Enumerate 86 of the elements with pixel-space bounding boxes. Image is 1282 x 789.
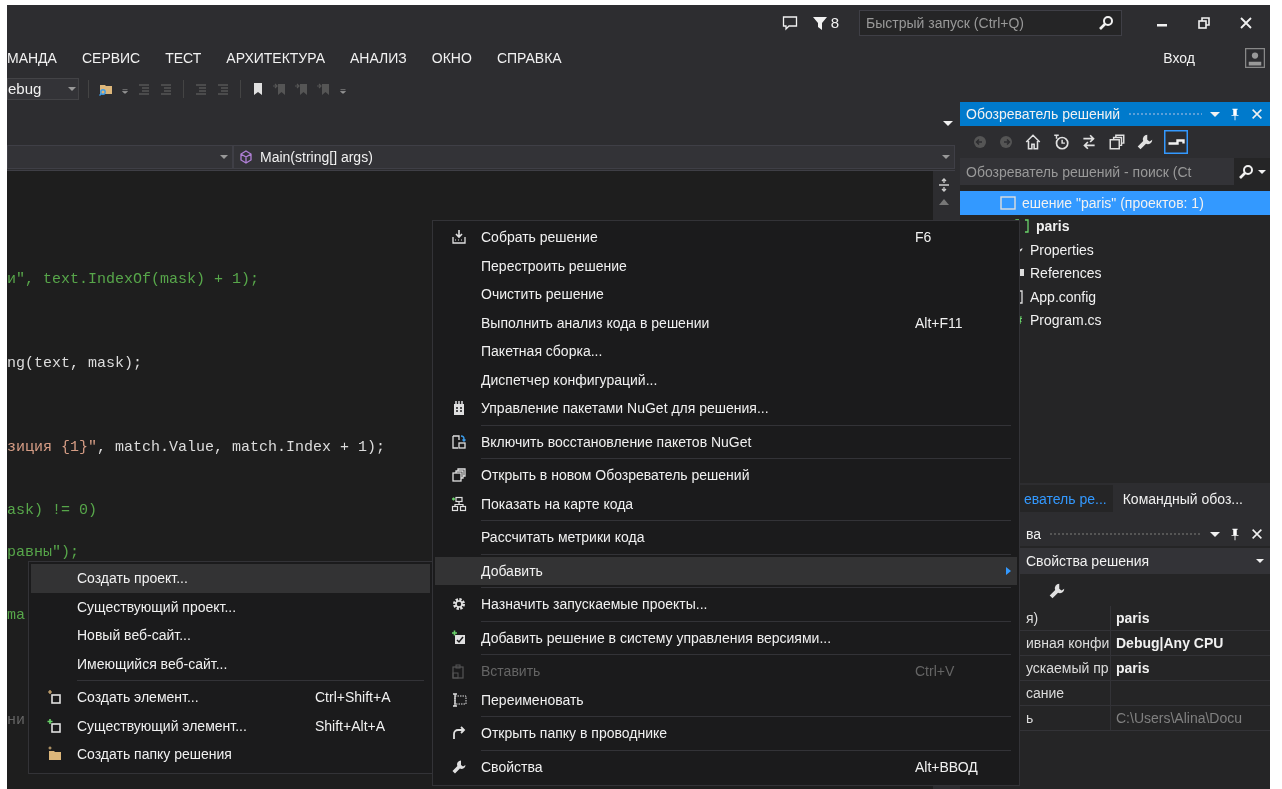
property-value[interactable]: Debug|Any CPU bbox=[1110, 631, 1270, 656]
search-icon[interactable] bbox=[1238, 163, 1254, 180]
property-value[interactable]: paris bbox=[1110, 656, 1270, 681]
download-tray-icon bbox=[451, 229, 467, 246]
document-check-icon bbox=[451, 629, 467, 646]
restore-icon[interactable] bbox=[1196, 14, 1212, 31]
dropdown-icon[interactable] bbox=[1210, 531, 1220, 537]
rename-icon bbox=[451, 691, 467, 708]
close-icon[interactable] bbox=[1250, 527, 1264, 541]
square-plus-icon bbox=[47, 717, 63, 734]
folder-icon bbox=[47, 746, 63, 763]
menu-item[interactable]: Имеющийся веб-сайт... bbox=[31, 649, 430, 678]
square-icon bbox=[1000, 194, 1016, 211]
menu-item[interactable]: Существующий проект... bbox=[31, 592, 430, 621]
gear-icon bbox=[451, 596, 467, 613]
member-dropdown[interactable]: Main(string[] args) bbox=[233, 145, 955, 169]
menu-item[interactable]: Создать проект... bbox=[31, 564, 430, 593]
avatar-icon[interactable] bbox=[1245, 47, 1265, 68]
caret-icon[interactable] bbox=[943, 121, 953, 126]
wrench-icon bbox=[451, 758, 467, 775]
menu-item[interactable]: Существующий элемент... Shift+Alt+A bbox=[31, 711, 430, 740]
code-line: и", text.IndexOf(mask) + 1); bbox=[7, 270, 260, 290]
stacked-windows-icon[interactable] bbox=[1108, 133, 1126, 151]
panel-title: Обозреватель решений bbox=[966, 106, 1121, 122]
menu-item[interactable]: Свойства Alt+ВВОД bbox=[435, 752, 1017, 781]
menu-bar-item[interactable]: СПРАВКА bbox=[496, 49, 562, 66]
search-icon[interactable] bbox=[1098, 14, 1114, 31]
stacked-windows-icon bbox=[451, 467, 467, 484]
code-line: ask) != 0) bbox=[7, 501, 97, 521]
code-line: ng(text, mask); bbox=[7, 354, 143, 374]
panel-title: ва bbox=[1026, 526, 1042, 542]
collapse-icon[interactable] bbox=[1164, 130, 1188, 154]
package-icon bbox=[451, 400, 467, 417]
sign-in-link[interactable]: Вход bbox=[1163, 49, 1195, 66]
menu-item[interactable]: Собрать решение F6 bbox=[435, 223, 1017, 252]
quick-launch-field[interactable]: Быстрый запуск (Ctrl+Q) bbox=[859, 9, 1122, 36]
wrench-icon[interactable] bbox=[1048, 582, 1066, 600]
cube-icon bbox=[238, 149, 254, 165]
submenu-arrow-icon bbox=[1005, 566, 1011, 575]
menu-item[interactable]: Создать папку решения bbox=[31, 740, 430, 769]
caret-icon bbox=[68, 86, 76, 91]
code-line: ma bbox=[7, 606, 25, 626]
menu-item[interactable]: Выполнить анализ кода в решении Alt+F11 bbox=[435, 308, 1017, 337]
speech-bubble-icon[interactable] bbox=[781, 14, 798, 31]
menu-bar-item[interactable]: ОКНО bbox=[431, 49, 472, 66]
clock-icon[interactable] bbox=[1052, 133, 1070, 151]
document-arrow-icon bbox=[451, 433, 467, 450]
notification-count[interactable]: 8 bbox=[811, 14, 839, 31]
property-value[interactable]: paris bbox=[1110, 606, 1270, 631]
menu-item[interactable]: Новый веб-сайт... bbox=[31, 621, 430, 650]
menu-item[interactable]: Очистить решение bbox=[435, 280, 1017, 309]
menu-item[interactable]: Пакетная сборка... bbox=[435, 337, 1017, 366]
menu-item[interactable]: Добавить bbox=[435, 556, 1017, 585]
scroll-up-icon[interactable] bbox=[939, 199, 949, 205]
close-icon[interactable] bbox=[1238, 14, 1254, 31]
code-line: зиция {1}", match.Value, match.Index + 1); bbox=[7, 438, 386, 458]
menu-bar-item[interactable]: АНАЛИЗ bbox=[350, 49, 407, 66]
code-line: равны"); bbox=[7, 543, 79, 563]
home-icon[interactable] bbox=[1024, 133, 1042, 151]
menu-item[interactable]: Диспетчер конфигураций... bbox=[435, 365, 1017, 394]
panel-tab[interactable]: еватель ре... bbox=[1018, 485, 1113, 512]
menu-item[interactable]: Управление пакетами NuGet для решения... bbox=[435, 394, 1017, 423]
sync-icon[interactable] bbox=[1080, 133, 1098, 151]
curved-arrow-icon bbox=[451, 725, 467, 742]
menu-bar-item[interactable]: АРХИТЕКТУРА bbox=[226, 49, 325, 66]
menu-item[interactable]: Перестроить решение bbox=[435, 251, 1017, 280]
menu-bar-item[interactable]: МАНДА bbox=[7, 49, 57, 66]
diagram-icon bbox=[451, 495, 467, 512]
menu-bar-item[interactable]: СЕРВИС bbox=[81, 49, 141, 66]
caret-icon[interactable] bbox=[1258, 169, 1266, 174]
caret-icon bbox=[1256, 559, 1264, 563]
wrench-icon[interactable] bbox=[1136, 133, 1154, 151]
search-field[interactable]: Обозреватель решений - поиск (Ct bbox=[960, 158, 1234, 185]
menu-item[interactable]: Открыть в новом Обозреватель решений bbox=[435, 461, 1017, 490]
menu-bar-item[interactable]: ТЕСТ bbox=[165, 49, 202, 66]
menu-item[interactable]: Включить восстановление пакетов NuGet bbox=[435, 427, 1017, 456]
code-line: ни bbox=[7, 711, 25, 731]
menu-item[interactable]: Показать на карте кода bbox=[435, 489, 1017, 518]
configuration-dropdown[interactable]: ebug bbox=[7, 77, 79, 100]
filter-icon bbox=[811, 14, 828, 31]
square-sparkle-icon bbox=[47, 689, 63, 706]
clipboard-icon bbox=[451, 663, 467, 680]
caret-icon bbox=[942, 155, 950, 159]
caret-icon bbox=[220, 155, 228, 159]
split-icon[interactable] bbox=[936, 177, 952, 193]
menu-item[interactable]: Создать элемент... Ctrl+Shift+A bbox=[31, 683, 430, 712]
